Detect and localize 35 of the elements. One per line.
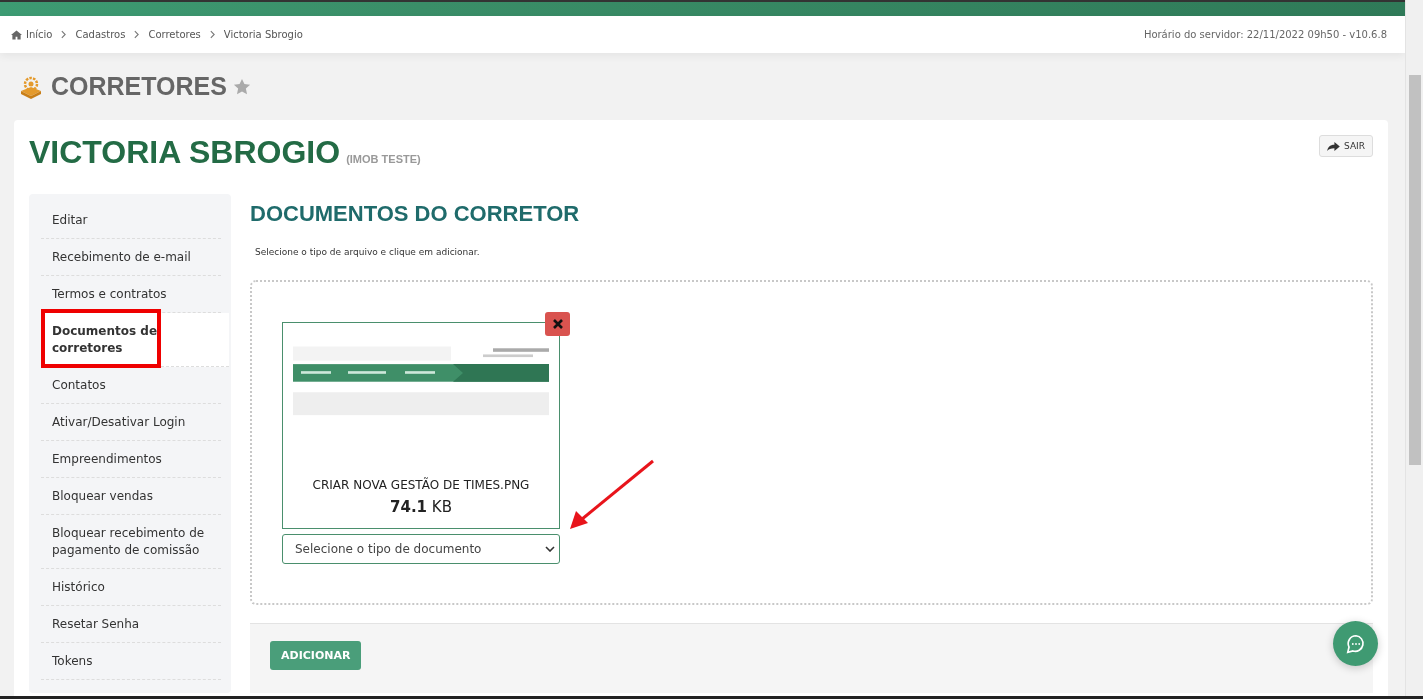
chat-bubble-icon bbox=[1344, 632, 1367, 655]
breadcrumb-link[interactable]: Início bbox=[26, 29, 53, 40]
sidebar-item[interactable]: Editar bbox=[41, 202, 221, 239]
instruction-text: Selecione o tipo de arquivo e clique em adicionar. bbox=[255, 247, 481, 257]
document-type-select[interactable]: Selecione o tipo de documento bbox=[282, 534, 560, 564]
sidebar-item[interactable]: Recebimento de e-mail bbox=[41, 239, 221, 276]
file-size: 74.1 KB bbox=[389, 498, 453, 516]
chevron-icon bbox=[209, 30, 215, 39]
sidebar-item[interactable]: Empreendimentos bbox=[41, 441, 221, 478]
breadcrumb-link[interactable]: Cadastros bbox=[75, 29, 126, 40]
exit-button[interactable]: SAIR bbox=[1319, 135, 1373, 157]
agency-label: (IMOB TESTE) bbox=[346, 153, 421, 165]
sidebar-item[interactable]: Bloquear recebimento de pagamento de comissão bbox=[41, 515, 221, 569]
sidebar-item[interactable]: Resetar Senha bbox=[41, 606, 221, 643]
sidebar-item[interactable]: Bloquear vendas bbox=[41, 478, 221, 515]
server-time: Horário do servidor: 22/11/2022 09h50 - v10.6.8 bbox=[1143, 29, 1387, 40]
page-title: CORRETORES bbox=[51, 72, 227, 101]
star-icon[interactable] bbox=[232, 77, 251, 96]
caret-icon bbox=[545, 546, 555, 552]
remove-button[interactable] bbox=[545, 312, 570, 336]
sidebar-item[interactable]: Histórico bbox=[41, 569, 221, 606]
chevron-icon bbox=[61, 30, 67, 39]
breadcrumb-link[interactable]: Victoria Sbrogio bbox=[223, 29, 303, 40]
sidebar-item[interactable]: Contatos bbox=[41, 367, 221, 404]
module-icon bbox=[19, 74, 43, 99]
share-arrow-icon bbox=[1327, 141, 1341, 151]
sidebar-item[interactable]: Ativar/Desativar Login bbox=[41, 404, 221, 441]
broker-name: VICTORIA SBROGIO bbox=[29, 134, 341, 171]
chevron-icon bbox=[134, 30, 140, 39]
file-name: CRIAR NOVA GESTÃO DE TIMES.PNG bbox=[311, 478, 531, 492]
breadcrumb-link[interactable]: Corretores bbox=[148, 29, 201, 40]
home-icon bbox=[11, 29, 22, 40]
sidebar-item[interactable]: Tokens bbox=[41, 643, 221, 680]
section-title: DOCUMENTOS DO CORRETOR bbox=[250, 201, 581, 227]
close-icon bbox=[552, 319, 563, 329]
